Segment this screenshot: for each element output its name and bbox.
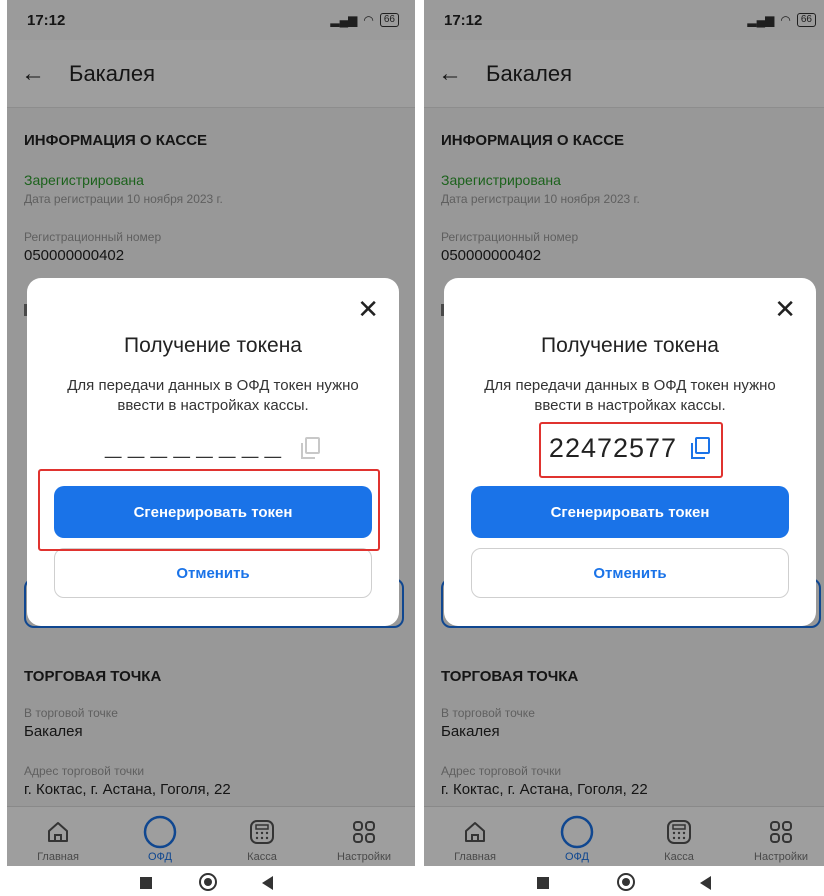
recent-apps-icon[interactable] xyxy=(140,877,152,889)
home-button-icon[interactable] xyxy=(617,873,635,891)
phone-screen-after: 17:12 ▂▄▆ ◠ 66 ← Бакалея ИНФОРМАЦИЯ О КА… xyxy=(424,0,824,866)
highlight-token xyxy=(539,422,723,478)
back-triangle-icon[interactable] xyxy=(700,876,711,890)
phone-screen-before: 17:12 ▂▄▆ ◠ 66 ← Бакалея ИНФОРМАЦИЯ О КА… xyxy=(7,0,415,866)
generate-token-button[interactable]: Сгенерировать токен xyxy=(471,486,789,538)
dialog-title: Получение токена xyxy=(124,334,302,357)
dialog-title: Получение токена xyxy=(541,334,719,357)
token-placeholder: ________ xyxy=(104,432,288,464)
cancel-button[interactable]: Отменить xyxy=(471,548,789,598)
recent-apps-icon[interactable] xyxy=(537,877,549,889)
token-field: ________ xyxy=(27,428,399,468)
token-dialog: ✕ Получение токена Для передачи данных в… xyxy=(27,278,399,626)
highlight-generate-button xyxy=(38,469,380,551)
close-icon[interactable]: ✕ xyxy=(774,296,796,322)
copy-icon xyxy=(299,436,321,460)
cancel-button[interactable]: Отменить xyxy=(54,548,372,598)
dialog-text: Для передачи данных в ОФД токен нужно вв… xyxy=(67,377,359,414)
dialog-text: Для передачи данных в ОФД токен нужно вв… xyxy=(484,377,776,414)
close-icon[interactable]: ✕ xyxy=(357,296,379,322)
home-button-icon[interactable] xyxy=(199,873,217,891)
back-triangle-icon[interactable] xyxy=(262,876,273,890)
